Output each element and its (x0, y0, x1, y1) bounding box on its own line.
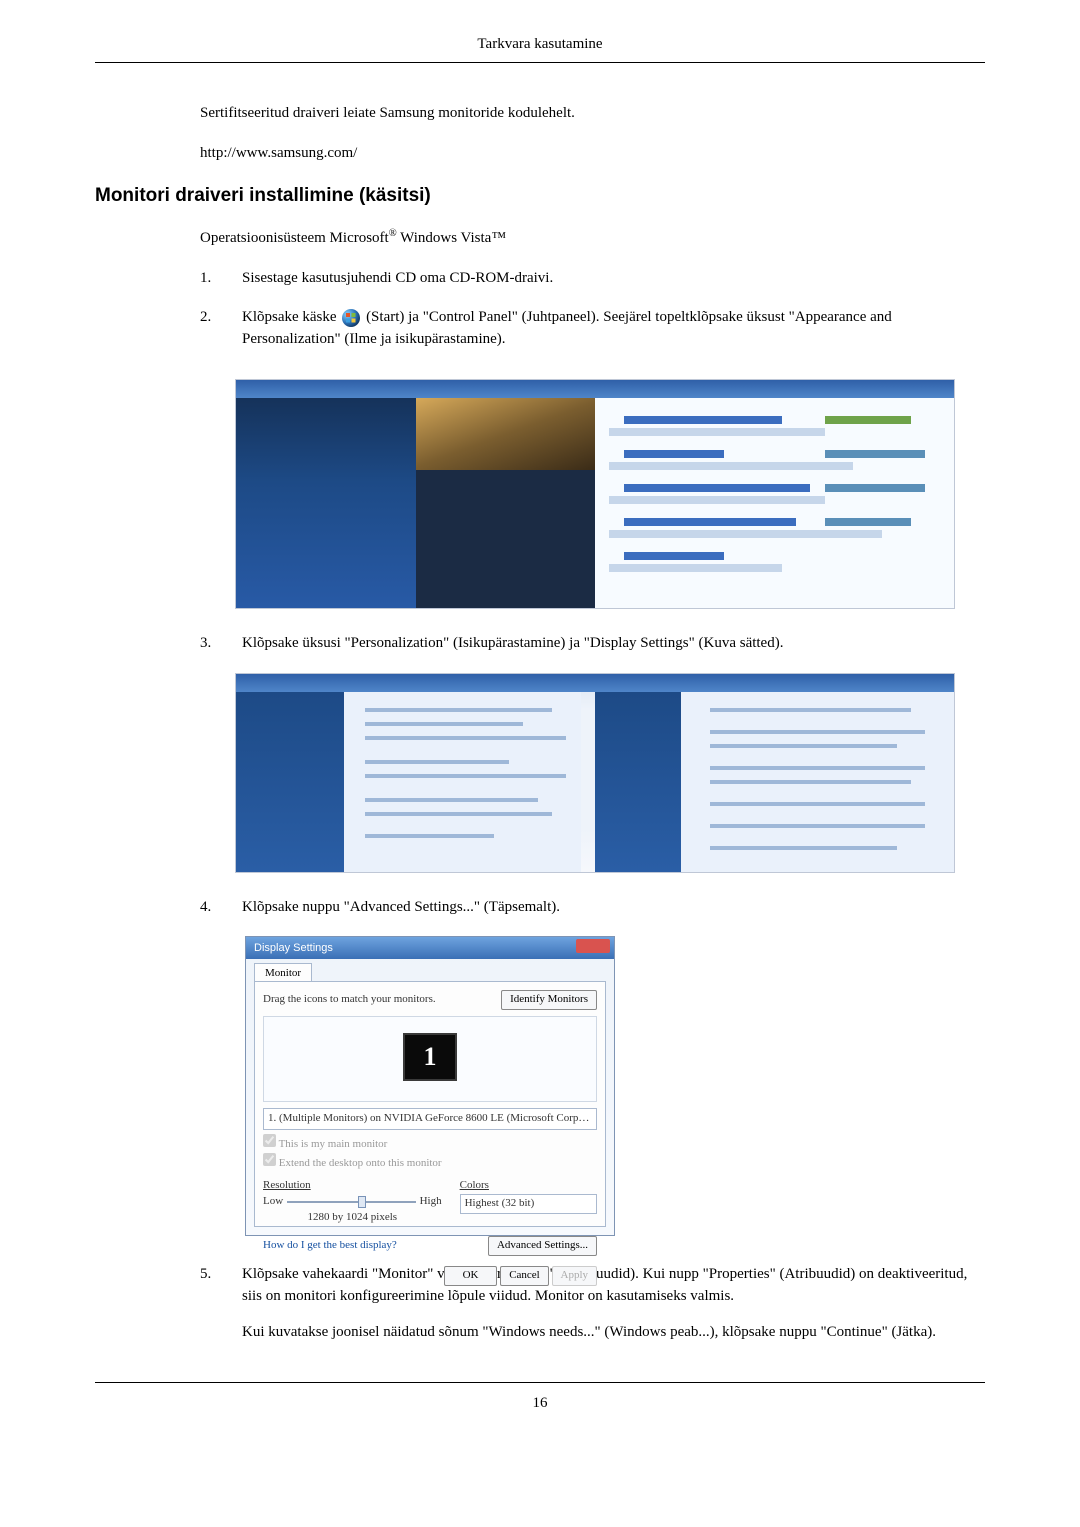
screenshot-start-controlpanel (235, 379, 955, 609)
monitor-select-dropdown[interactable]: 1. (Multiple Monitors) on NVIDIA GeForce… (263, 1108, 597, 1130)
resolution-value: 1280 by 1024 pixels (263, 1210, 442, 1226)
identify-monitors-button[interactable]: Identify Monitors (501, 990, 597, 1010)
page-header: Tarkvara kasutamine (95, 34, 985, 56)
cancel-button[interactable]: Cancel (500, 1266, 549, 1286)
checkbox-extend-desktop-input (263, 1153, 276, 1166)
step-body-2: Klõpsake käske (242, 307, 985, 351)
close-icon[interactable] (576, 939, 610, 953)
os-prefix: Operatsioonisüsteem Microsoft (200, 230, 389, 246)
step2-text-a: Klõpsake käske (242, 309, 340, 325)
section-title: Monitori draiveri installimine (käsitsi) (95, 182, 985, 210)
slider-high-label: High (420, 1194, 442, 1210)
checkbox-extend-desktop: Extend the desktop onto this monitor (263, 1157, 442, 1169)
step-body-5b: Kui kuvatakse joonisel näidatud sõnum "W… (242, 1322, 985, 1344)
colors-dropdown[interactable]: Highest (32 bit) (460, 1194, 597, 1214)
apply-button: Apply (552, 1266, 598, 1286)
dialog-title: Display Settings (254, 942, 333, 954)
checkbox-main-monitor: This is my main monitor (263, 1138, 387, 1150)
checkbox-main-monitor-label: This is my main monitor (279, 1138, 388, 1150)
resolution-label: Resolution (263, 1178, 442, 1194)
step-number-4: 4. (200, 897, 218, 919)
resolution-slider[interactable] (287, 1195, 415, 1209)
page-number: 16 (95, 1393, 985, 1415)
checkbox-main-monitor-input (263, 1134, 276, 1147)
help-link[interactable]: How do I get the best display? (263, 1238, 397, 1254)
screenshot-personalization (235, 673, 955, 873)
step-number-2: 2. (200, 307, 218, 361)
colors-label: Colors (460, 1178, 597, 1194)
os-suffix: Windows Vista™ (397, 230, 506, 246)
step-body-4: Klõpsake nuppu "Advanced Settings..." (T… (242, 897, 985, 919)
slider-low-label: Low (263, 1194, 283, 1210)
monitor-icon[interactable]: 1 (403, 1033, 457, 1081)
os-line: Operatsioonisüsteem Microsoft® Windows V… (200, 226, 965, 250)
step-body-1: Sisestage kasutusjuhendi CD oma CD-ROM-d… (242, 268, 985, 290)
ok-button[interactable]: OK (444, 1266, 498, 1286)
screenshot-display-settings: Display Settings Monitor Drag the icons … (245, 936, 615, 1236)
step-body-3: Klõpsake üksusi "Personalization" (Isiku… (242, 633, 985, 655)
step-number-1: 1. (200, 268, 218, 290)
intro-paragraph-1: Sertifitseeritud draiveri leiate Samsung… (200, 103, 965, 125)
header-rule (95, 62, 985, 63)
checkbox-extend-desktop-label: Extend the desktop onto this monitor (279, 1157, 442, 1169)
step-number-3: 3. (200, 633, 218, 655)
step-number-5: 5. (200, 1264, 218, 1353)
start-button-icon (341, 308, 361, 328)
drag-label: Drag the icons to match your monitors. (263, 992, 436, 1008)
intro-url: http://www.samsung.com/ (200, 143, 965, 165)
footer-rule (95, 1382, 985, 1383)
registered-mark: ® (389, 228, 397, 239)
advanced-settings-button[interactable]: Advanced Settings... (488, 1236, 597, 1256)
